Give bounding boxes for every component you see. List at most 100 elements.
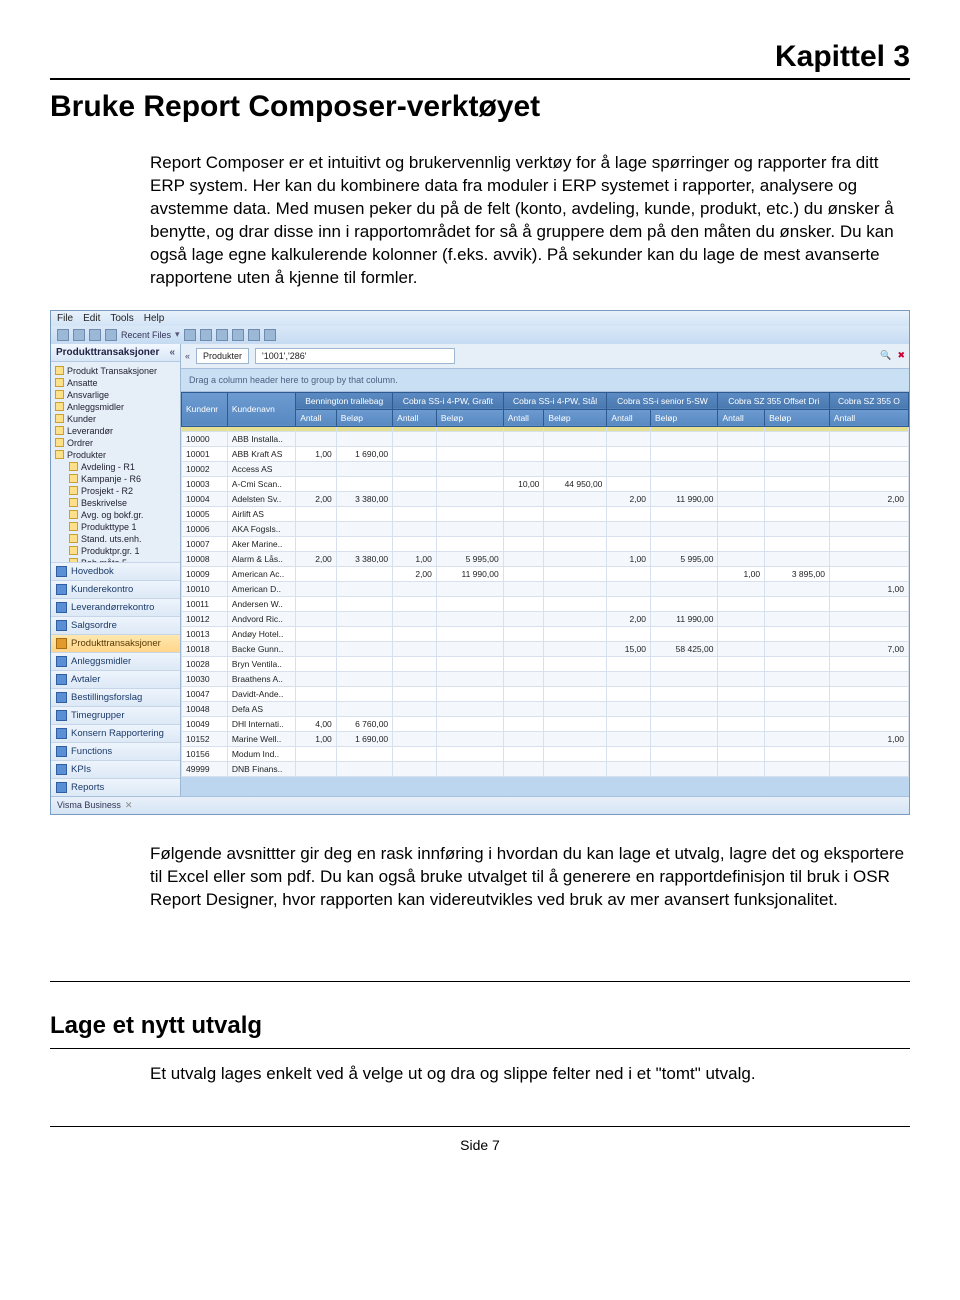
field-tree: Produkt TransaksjonerAnsatteAnsvarligeAn… [51,362,180,562]
sidebar-nav-item[interactable]: Produkttransaksjoner [51,634,180,652]
table-row[interactable]: 10156Modum Ind.. [182,746,909,761]
sidebar-nav: HovedbokKunderekontroLeverandørrekontroS… [51,562,180,796]
table-row[interactable]: 10009American Ac..2,0011 990,001,003 895… [182,566,909,581]
table-row[interactable]: 10030Braathens A.. [182,671,909,686]
folder-icon [69,546,78,555]
sidebar-nav-item[interactable]: Bestillingsforslag [51,688,180,706]
menu-tools[interactable]: Tools [110,313,133,324]
close-icon[interactable]: ✕ [125,800,133,810]
tree-item[interactable]: Anleggsmidler [55,401,178,413]
folder-icon [69,486,78,495]
toolbar-icon[interactable] [105,329,117,341]
content-filter-bar: « Produkter '1001','286' 🔍 ✖ [181,344,909,368]
nav-icon [56,602,67,613]
tree-item[interactable]: Prosjekt - R2 [55,485,178,497]
toolbar-icon[interactable] [200,329,212,341]
sidebar-nav-item[interactable]: KPIs [51,760,180,778]
tree-root[interactable]: Produkt Transaksjoner [55,365,178,377]
table-row[interactable]: 10011Andersen W.. [182,596,909,611]
menu-file[interactable]: File [57,313,73,324]
toolbar: Recent Files ▾ [51,326,909,344]
tree-item[interactable]: Produktpr.gr. 1 [55,545,178,557]
table-row[interactable]: 10002Access AS [182,461,909,476]
table-row[interactable]: 10003A-Cmi Scan..10,0044 950,00 [182,476,909,491]
nav-icon [56,764,67,775]
table-row[interactable]: 10005Airlift AS [182,506,909,521]
nav-icon [56,566,67,577]
data-grid: KundenrKundenavnBennington trallebagCobr… [181,392,909,777]
table-row[interactable]: 10018Backe Gunn..15,0058 425,007,00 [182,641,909,656]
collapse-icon[interactable]: « [185,351,190,361]
table-row[interactable]: 10028Bryn Ventila.. [182,656,909,671]
table-row[interactable]: 10004Adelsten Sv..2,003 380,002,0011 990… [182,491,909,506]
tree-item[interactable]: Produkttype 1 [55,521,178,533]
table-row[interactable]: 10001ABB Kraft AS1,001 690,00 [182,446,909,461]
table-row[interactable]: 10049DHl Internati..4,006 760,00 [182,716,909,731]
tree-item[interactable]: Avdeling - R1 [55,461,178,473]
sidebar-nav-item[interactable]: Anleggsmidler [51,652,180,670]
sidebar-nav-item[interactable]: Salgsordre [51,616,180,634]
sidebar-nav-item[interactable]: Avtaler [51,670,180,688]
tree-item[interactable]: Avg. og bokf.gr. [55,509,178,521]
content-tab-label[interactable]: Produkter [196,348,249,364]
toolbar-icon[interactable] [264,329,276,341]
tree-item[interactable]: Ansatte [55,377,178,389]
tree-item[interactable]: Produkter [55,449,178,461]
folder-icon [69,462,78,471]
toolbar-icon[interactable] [184,329,196,341]
table-row[interactable]: 49999DNB Finans.. [182,761,909,776]
table-row[interactable]: 10007Aker Marine.. [182,536,909,551]
page-footer: Side 7 [50,1137,910,1153]
sidebar-nav-item[interactable]: Functions [51,742,180,760]
tree-item[interactable]: Kampanje - R6 [55,473,178,485]
sidebar: Produkttransaksjoner « Produkt Transaksjo… [51,344,181,796]
table-row[interactable]: 10152Marine Well..1,001 690,001,00 [182,731,909,746]
toolbar-icon[interactable] [57,329,69,341]
table-row[interactable]: 10013Andøy Hotel.. [182,626,909,641]
table-row[interactable]: 10008Alarm & Lås..2,003 380,001,005 995,… [182,551,909,566]
tree-item[interactable]: Stand. uts.enh. [55,533,178,545]
toolbar-icon[interactable] [248,329,260,341]
folder-icon [69,558,78,562]
menu-help[interactable]: Help [144,313,165,324]
tree-item[interactable]: Beskrivelse [55,497,178,509]
sidebar-nav-item[interactable]: Hovedbok [51,562,180,580]
table-row[interactable]: 10000ABB Installa.. [182,431,909,446]
nav-icon [56,692,67,703]
sidebar-nav-item[interactable]: Kunderekontro [51,580,180,598]
divider [50,981,910,982]
nav-icon [56,746,67,757]
toolbar-icon[interactable] [89,329,101,341]
collapse-icon[interactable]: « [169,347,175,358]
groupby-bar[interactable]: Drag a column header here to group by th… [181,368,909,392]
folder-icon [55,450,64,459]
toolbar-icon[interactable] [73,329,85,341]
table-row[interactable]: 10047Davidt-Ande.. [182,686,909,701]
table-row[interactable]: 10048Defa AS [182,701,909,716]
page-title: Bruke Report Composer-verktøyet [50,90,910,124]
search-icon[interactable]: 🔍 [880,350,891,361]
toolbar-icon[interactable] [232,329,244,341]
sidebar-nav-item[interactable]: Reports [51,778,180,796]
table-row[interactable]: 10012Andvord Ric..2,0011 990,00 [182,611,909,626]
paragraph-1: Report Composer er et intuitivt og bruke… [150,152,910,290]
sidebar-nav-item[interactable]: Konsern Rapportering [51,724,180,742]
sidebar-nav-item[interactable]: Timegrupper [51,706,180,724]
folder-icon [55,438,64,447]
folder-icon [55,414,64,423]
sidebar-nav-item[interactable]: Leverandørrekontro [51,598,180,616]
table-row[interactable]: 10010American D..1,00 [182,581,909,596]
tree-item[interactable]: Ansvarlige [55,389,178,401]
table-row[interactable]: 10006AKA Fogsls.. [182,521,909,536]
menu-edit[interactable]: Edit [83,313,100,324]
tree-item[interactable]: Ordrer [55,437,178,449]
folder-icon [55,426,64,435]
tree-item[interactable]: Leverandør [55,425,178,437]
toolbar-recent-label[interactable]: Recent Files [121,330,171,340]
menubar: File Edit Tools Help [51,311,909,326]
nav-icon [56,584,67,595]
filter-input[interactable]: '1001','286' [255,348,455,364]
clear-icon[interactable]: ✖ [897,350,905,361]
toolbar-icon[interactable] [216,329,228,341]
tree-item[interactable]: Kunder [55,413,178,425]
